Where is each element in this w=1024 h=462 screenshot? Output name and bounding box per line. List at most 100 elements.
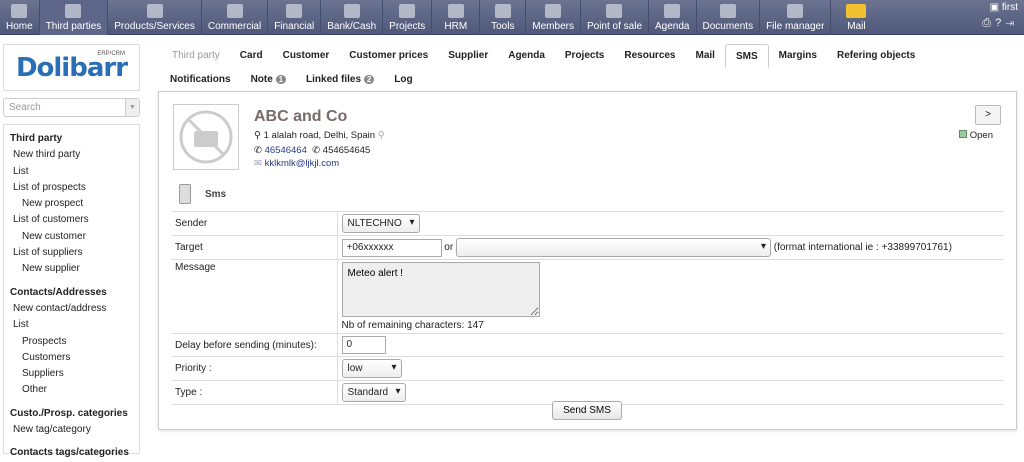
tab-note[interactable]: Note 1 (241, 68, 296, 92)
menu-members[interactable]: Members (526, 0, 581, 35)
tab-customer[interactable]: Customer (273, 44, 340, 68)
tab-notifications[interactable]: Notifications (160, 68, 241, 92)
fax-icon: ✆ (312, 145, 321, 156)
chevron-down-icon[interactable]: ▼ (125, 99, 139, 116)
tab-log[interactable]: Log (384, 68, 422, 92)
sidebar-item[interactable]: Prospects (10, 334, 133, 350)
target-input[interactable]: +06xxxxxx (341, 238, 442, 257)
sidebar-item[interactable]: Suppliers (10, 366, 133, 382)
tie-icon (226, 4, 243, 18)
tab-refering-objects[interactable]: Refering objects (827, 44, 925, 68)
tab-agenda[interactable]: Agenda (498, 44, 555, 68)
tab-supplier[interactable]: Supplier (438, 44, 498, 68)
send-sms-button[interactable]: Send SMS (552, 401, 622, 420)
tab-projects[interactable]: Projects (555, 44, 614, 68)
user-area: ▣ first ⎙?⇥ (982, 2, 1018, 30)
help-icon[interactable]: ? (995, 17, 1005, 29)
sidebar: Third party New third party List List of… (3, 124, 140, 458)
menu-file-manager[interactable]: File manager (760, 0, 832, 35)
menu-hrm[interactable]: HRM (432, 0, 481, 35)
menu-products[interactable]: Products/Services (108, 0, 202, 35)
sidebar-item[interactable]: New tag/category (10, 422, 133, 438)
sender-label: Sender (171, 211, 338, 236)
sidebar-item[interactable]: List of customers (10, 212, 133, 228)
sender-select[interactable]: NLTECHNO (341, 214, 420, 233)
sidebar-heading[interactable]: Custo./Prosp. categories (10, 406, 133, 422)
building-icon (65, 4, 82, 18)
sms-card: ABC and Co ⚲ 1 alalah road, Delhi, Spain… (158, 91, 1017, 430)
folder-icon (719, 4, 736, 18)
files-count-badge: 2 (363, 75, 375, 84)
delay-label: Delay before sending (minutes): (171, 333, 338, 357)
next-record-button[interactable]: > (975, 105, 1001, 125)
user-avatar-icon[interactable]: ▣ (990, 2, 999, 13)
message-textarea[interactable]: Meteo alert ! (341, 262, 540, 317)
members-icon (545, 4, 562, 18)
home-icon (11, 4, 28, 18)
sidebar-heading[interactable]: Contacts/Addresses (10, 285, 133, 301)
tools-icon (494, 4, 511, 18)
menu-financial[interactable]: Financial (268, 0, 322, 35)
tab-sms[interactable]: SMS (724, 44, 769, 68)
menu-mail[interactable]: Mail (831, 0, 881, 35)
mobile-phone-icon (179, 184, 191, 204)
map-link-icon[interactable]: ⚲ (378, 130, 385, 141)
tab-mail[interactable]: Mail (686, 44, 725, 68)
top-menu-bar: Home Third parties Products/Services Com… (0, 0, 1024, 35)
company-name: ABC and Co (254, 108, 348, 125)
target-label: Target (171, 235, 338, 260)
message-label: Message (171, 259, 338, 334)
sidebar-item[interactable]: New customer (10, 229, 133, 245)
sidebar-item[interactable]: New contact/address (10, 301, 133, 317)
sidebar-item[interactable]: List of suppliers (10, 245, 133, 261)
sidebar-item[interactable]: New supplier (10, 261, 133, 277)
sidebar-item[interactable]: New prospect (10, 196, 133, 212)
print-icon[interactable]: ⎙ (982, 17, 995, 29)
coins-icon (286, 4, 303, 18)
menu-projects[interactable]: Projects (383, 0, 433, 35)
menu-agenda[interactable]: Agenda (649, 0, 697, 35)
target-hint: (format international ie : +33899701761) (773, 242, 952, 254)
contact-select[interactable] (455, 238, 771, 257)
remaining-characters: Nb of remaining characters: 147 (341, 320, 484, 331)
tab-customer-prices[interactable]: Customer prices (339, 44, 438, 68)
email-link[interactable]: kklkmlk@ljkjl.com (265, 158, 340, 169)
sidebar-heading[interactable]: Third party (10, 131, 133, 147)
sidebar-item[interactable]: New third party (10, 147, 133, 163)
file-manager-icon (787, 4, 804, 18)
menu-home[interactable]: Home (0, 0, 40, 35)
sidebar-item[interactable]: List of prospects (10, 180, 133, 196)
type-select[interactable]: Standard (341, 383, 406, 402)
logo[interactable]: Dolibarr ERP/CRM (3, 44, 140, 91)
tab-third-party: Third party (172, 50, 220, 61)
sidebar-item[interactable]: Customers (10, 350, 133, 366)
sidebar-item[interactable]: List (10, 317, 133, 333)
tab-card[interactable]: Card (230, 44, 273, 68)
tab-margins[interactable]: Margins (769, 44, 827, 68)
sidebar-item[interactable]: List (10, 164, 133, 180)
status-badge: Open (958, 130, 993, 141)
map-pin-icon: ⚲ (254, 130, 261, 141)
note-count-badge: 1 (275, 75, 287, 84)
menu-commercial[interactable]: Commercial (202, 0, 269, 35)
tabs: Third party Card Customer Customer price… (160, 44, 1018, 92)
menu-third-parties[interactable]: Third parties (39, 0, 109, 35)
email-icon: ✉ (254, 158, 262, 169)
priority-select[interactable]: low (341, 359, 402, 378)
menu-bank[interactable]: Bank/Cash (321, 0, 384, 35)
search-select[interactable]: Search ▼ (3, 98, 140, 117)
menu-documents[interactable]: Documents (697, 0, 761, 35)
tab-linked-files[interactable]: Linked files 2 (296, 68, 384, 92)
priority-label: Priority : (171, 356, 338, 381)
sidebar-heading[interactable]: Contacts tags/categories (10, 445, 133, 461)
menu-tools[interactable]: Tools (480, 0, 527, 35)
phone-link[interactable]: 46546464 (265, 145, 307, 156)
delay-input[interactable]: 0 (341, 336, 386, 354)
sidebar-item[interactable]: Other (10, 382, 133, 398)
user-name[interactable]: first (1002, 2, 1018, 13)
status-icon (958, 130, 967, 138)
logout-icon[interactable]: ⇥ (1005, 17, 1018, 29)
phone-icon: ✆ (254, 145, 262, 156)
menu-pos[interactable]: Point of sale (581, 0, 650, 35)
tab-resources[interactable]: Resources (614, 44, 685, 68)
